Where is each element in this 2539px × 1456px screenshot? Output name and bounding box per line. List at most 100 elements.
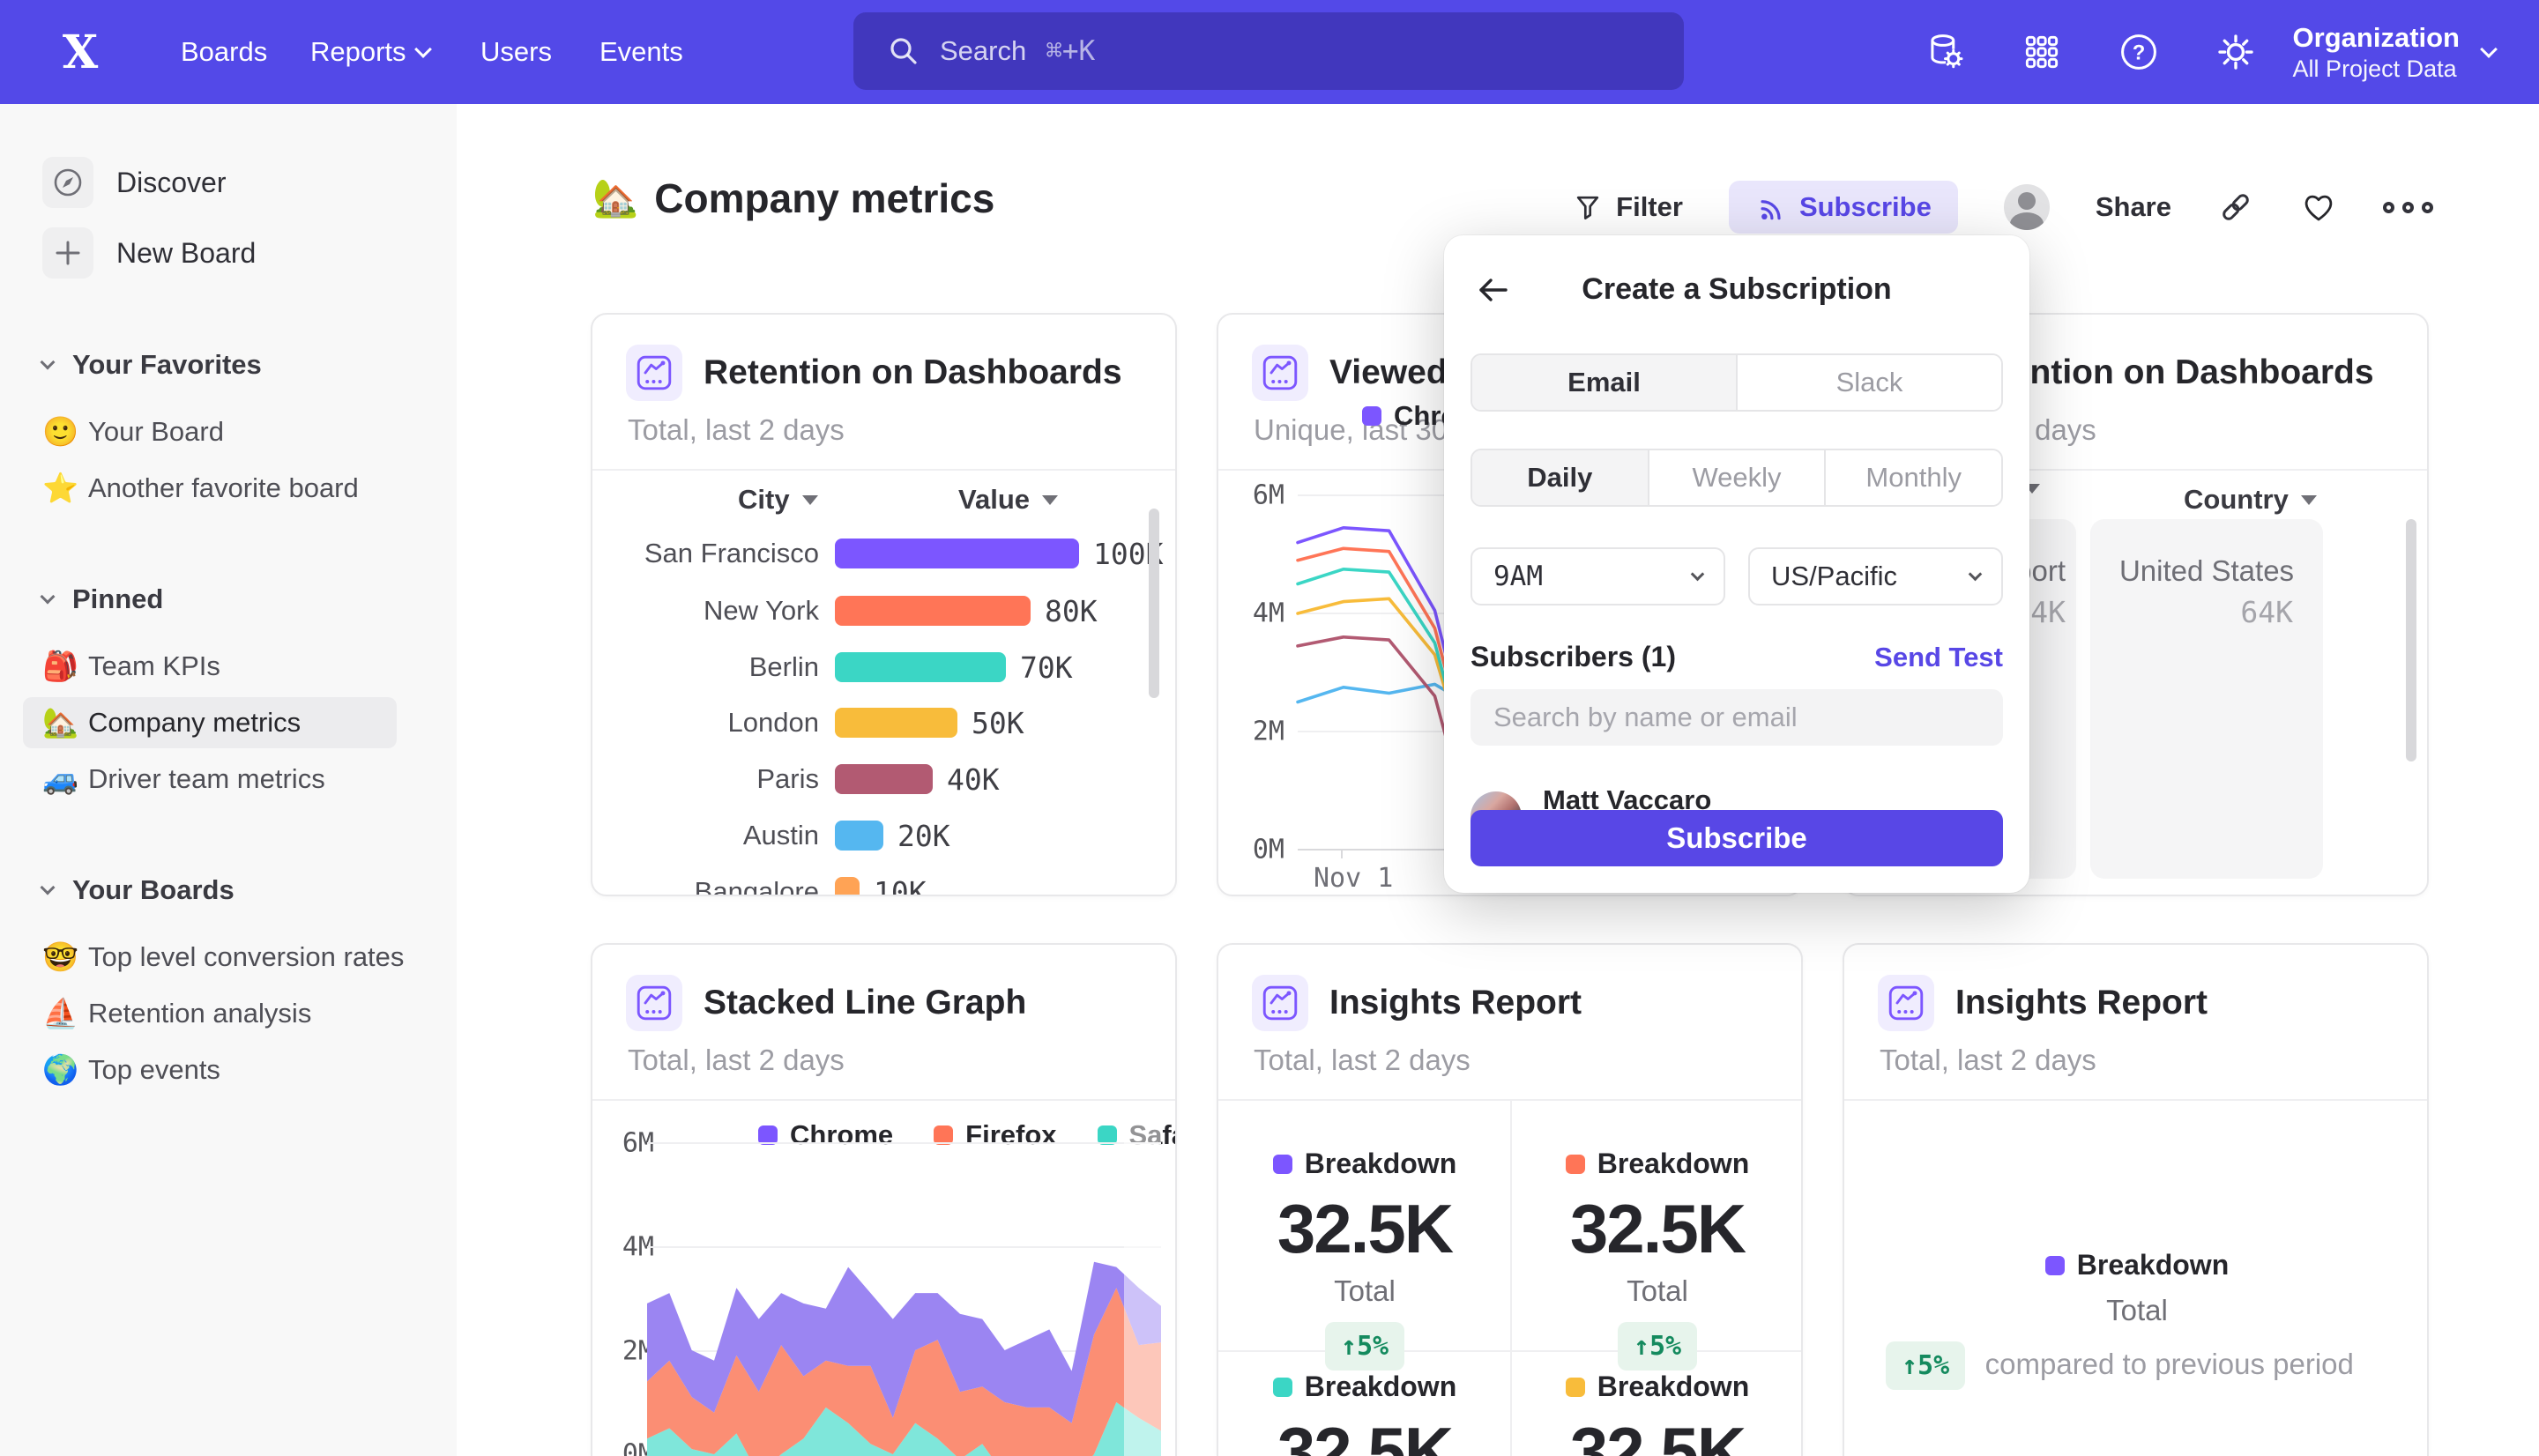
sidebar-item-top-events[interactable]: 🌍 Top events (39, 1042, 457, 1098)
top-navbar: X Boards Reports Users Events Search ⌘+K (0, 0, 2539, 104)
sidebar-item-retention-analysis[interactable]: ⛵ Retention analysis (39, 985, 457, 1042)
car-emoji-icon: 🚙 (42, 762, 88, 797)
report-chart-icon (1878, 975, 1934, 1031)
mixpanel-logo[interactable]: X (49, 21, 111, 83)
tab-slack[interactable]: Slack (1736, 355, 2001, 410)
chevron-down-icon (41, 355, 56, 370)
delta-badge: ↑5% (1618, 1322, 1697, 1371)
section-pinned[interactable]: Pinned (42, 583, 457, 615)
avatar[interactable] (2004, 184, 2050, 230)
page-title: 🏡 Company metrics (592, 175, 994, 222)
more-options-icon[interactable] (2383, 202, 2433, 213)
scrollbar[interactable] (2406, 519, 2416, 761)
section-your-favorites[interactable]: Your Favorites (42, 349, 457, 381)
country-value: 64K (2090, 595, 2323, 629)
filter-button[interactable]: Filter (1572, 191, 1683, 223)
search-icon (887, 34, 920, 68)
metric-breakdown-1: Breakdown 32.5K Total ↑5% (1219, 1148, 1510, 1371)
metric-breakdown-3: Breakdown 32.5K Total (1219, 1371, 1510, 1456)
nav-events[interactable]: Events (599, 0, 683, 104)
section-your-boards[interactable]: Your Boards (42, 874, 457, 906)
report-chart-icon (626, 345, 682, 401)
sidebar: Discover New Board Your Favorites 🙂 Your… (0, 104, 457, 1456)
metric-breakdown-4: Breakdown 32.5K Total (1512, 1371, 1803, 1456)
city-row[interactable]: Paris40K (610, 758, 1000, 800)
x-tick: Nov 1 (1314, 863, 1393, 894)
time-select[interactable]: 9AM (1471, 547, 1725, 605)
sidebar-item-another-favorite-board[interactable]: ⭐ Another favorite board (39, 460, 457, 516)
value-bar (835, 652, 1006, 682)
city-row[interactable]: San Francisco100K (610, 532, 1163, 575)
tab-email[interactable]: Email (1472, 355, 1736, 410)
chevron-down-icon (2480, 41, 2498, 58)
create-subscription-modal: Create a Subscription Email Slack Daily … (1444, 235, 2029, 893)
card-insights-single: Insights Report Total, last 2 days Break… (1843, 943, 2429, 1456)
tab-weekly[interactable]: Weekly (1648, 450, 1825, 505)
modal-subscribe-button[interactable]: Subscribe (1471, 810, 2003, 866)
metric-breakdown-2: Breakdown 32.5K Total ↑5% (1512, 1148, 1803, 1371)
org-project: All Project Data (2293, 56, 2460, 83)
nav-users[interactable]: Users (480, 0, 552, 104)
card-subtitle: Total, last 2 days (628, 413, 1142, 447)
search-shortcut: ⌘+K (1046, 35, 1095, 67)
card-retention-city: Retention on Dashboards Total, last 2 da… (591, 313, 1177, 896)
card-title[interactable]: Retention on Dashboards (704, 353, 1122, 392)
card-subtitle: Total, last 2 days (1254, 1044, 1768, 1077)
sidebar-item-company-metrics[interactable]: 🏡 Company metrics (23, 697, 397, 748)
chevron-down-icon (1042, 495, 1058, 505)
chevron-down-icon (41, 880, 56, 895)
nerd-face-emoji-icon: 🤓 (42, 940, 88, 975)
card-title[interactable]: Insights Report (1329, 984, 1582, 1022)
city-row[interactable]: New York80K (610, 590, 1098, 632)
sidebar-discover-label: Discover (116, 167, 226, 199)
favorite-heart-icon[interactable] (2300, 189, 2337, 226)
copy-link-icon[interactable] (2217, 189, 2254, 226)
card-title[interactable]: Insights Report (1955, 984, 2208, 1022)
city-row[interactable]: London50K (610, 702, 1024, 744)
sidebar-item-driver-team-metrics[interactable]: 🚙 Driver team metrics (39, 751, 457, 807)
chevron-down-icon (2301, 495, 2317, 505)
city-row[interactable]: Berlin70K (610, 646, 1073, 688)
data-management-button[interactable] (1896, 0, 1993, 104)
column-city-dropdown[interactable]: City (738, 484, 818, 516)
column-value-dropdown[interactable]: Value (958, 484, 1058, 516)
tab-daily[interactable]: Daily (1472, 450, 1648, 505)
back-arrow-icon[interactable] (1474, 271, 1513, 309)
house-emoji-icon: 🏡 (592, 177, 638, 220)
org-project-switcher[interactable]: Organization All Project Data (2284, 21, 2539, 83)
delta-badge: ↑5% (1325, 1322, 1404, 1371)
timezone-select[interactable]: US/Pacific (1748, 547, 2003, 605)
country-panel[interactable]: United States 64K (2090, 519, 2323, 879)
city-row[interactable]: Austin20K (610, 814, 950, 857)
nav-reports[interactable]: Reports (310, 0, 429, 104)
search-input[interactable]: Search ⌘+K (853, 12, 1684, 90)
sidebar-item-top-level-conversion-rates[interactable]: 🤓 Top level conversion rates (39, 929, 457, 985)
sidebar-item-your-board[interactable]: 🙂 Your Board (39, 404, 457, 460)
metric-breakdown: Breakdown Total ↑5% compared to previous… (1992, 1249, 2282, 1390)
settings-button[interactable] (2187, 0, 2284, 104)
nav-boards[interactable]: Boards (181, 0, 267, 104)
help-button[interactable]: ? (2090, 0, 2187, 104)
sidebar-item-team-kpis[interactable]: 🎒 Team KPIs (39, 638, 457, 695)
value-bar (835, 764, 933, 794)
modal-title: Create a Subscription (1471, 267, 2003, 307)
help-icon: ? (2116, 29, 2162, 75)
subscriber-search-input[interactable] (1471, 689, 2003, 746)
share-button[interactable]: Share (2096, 191, 2171, 223)
value-bar (835, 877, 860, 896)
funnel-icon (1572, 191, 1604, 223)
globe-emoji-icon: 🌍 (42, 1053, 88, 1088)
sidebar-new-board[interactable]: New Board (42, 224, 457, 282)
send-test-link[interactable]: Send Test (1874, 642, 2003, 673)
stacked-area-chart (592, 945, 1177, 1456)
column-country-dropdown[interactable]: Country (2184, 484, 2317, 516)
subscribe-button[interactable]: Subscribe (1729, 181, 1958, 234)
apps-grid-button[interactable] (1993, 0, 2090, 104)
sidebar-discover[interactable]: Discover (42, 153, 457, 212)
scrollbar[interactable] (1149, 509, 1159, 698)
tab-monthly[interactable]: Monthly (1824, 450, 2001, 505)
database-gear-icon (1922, 29, 1968, 75)
delta-badge: ↑5% (1886, 1341, 1965, 1390)
star-emoji-icon: ⭐ (42, 472, 88, 506)
city-row[interactable]: Bangalore10K (610, 871, 927, 896)
